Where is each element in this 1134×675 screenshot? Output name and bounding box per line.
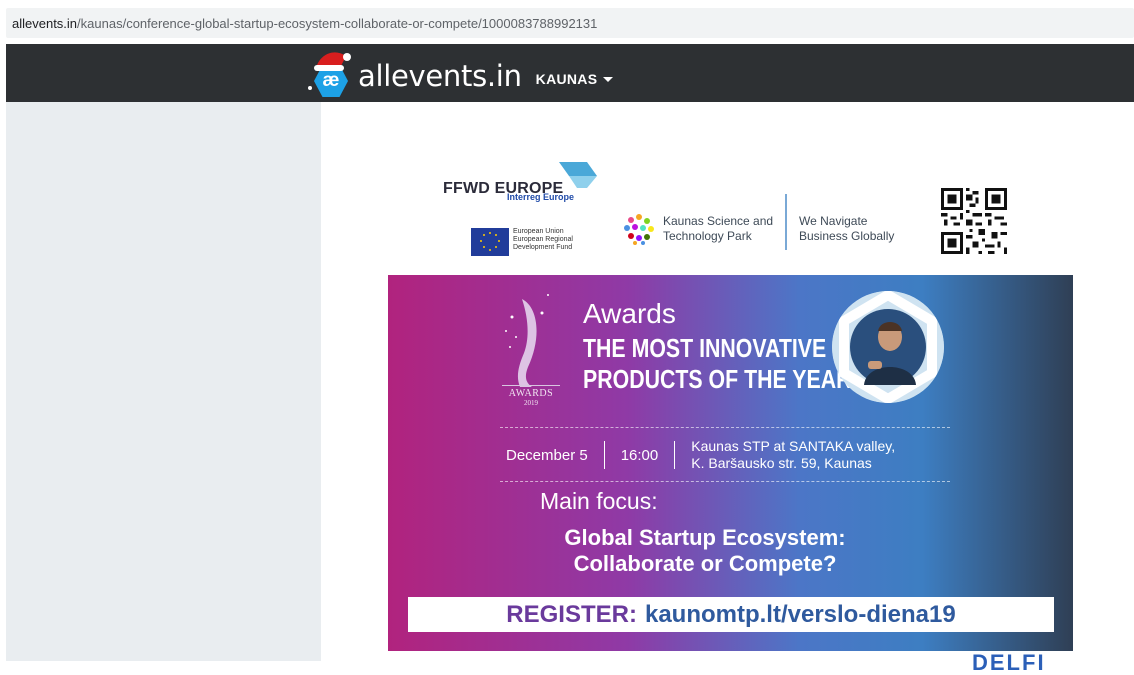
sponsor-divider	[785, 194, 787, 250]
navigate-line-1: We Navigate	[799, 214, 868, 228]
ffwd-arrow-icon	[559, 162, 597, 188]
awards-heading: Awards	[583, 298, 676, 329]
delfi-logo-partial: DELFI	[972, 650, 1046, 675]
city-selector[interactable]: KAUNAS	[536, 71, 614, 87]
awards-badge: AWARDS 2019	[502, 385, 560, 407]
register-label: REGISTER:	[506, 600, 637, 628]
top-navbar: æ allevents.in KAUNAS	[6, 44, 1134, 102]
url-path: /kaunas/conference-global-startup-ecosys…	[77, 15, 598, 31]
eu-line-1: European Union	[513, 228, 564, 235]
event-venue: Kaunas STP at SANTAKA valley, K. Baršaus…	[691, 438, 895, 472]
separator	[674, 441, 676, 469]
site-logo-link[interactable]: æ allevents.in KAUNAS	[306, 44, 614, 102]
separator	[603, 441, 605, 469]
dashed-divider-bottom	[500, 481, 950, 482]
left-sidebar	[6, 102, 321, 661]
santa-hat-icon	[314, 52, 351, 71]
address-bar[interactable]: allevents.in/kaunas/conference-global-st…	[6, 8, 1134, 38]
logo-wordmark: allevents.in	[358, 59, 522, 93]
logo-dot	[308, 86, 312, 90]
eu-line-3: Development Fund	[513, 244, 573, 251]
logo-icon: æ	[306, 50, 352, 97]
dashed-divider-top	[500, 427, 950, 428]
headline-line-1: THE MOST INNOVATIVE	[583, 333, 827, 363]
sponsor-strip: FFWD EUROPE Interreg Europe European Uni…	[441, 162, 1073, 270]
topic-line-1: Global Startup Ecosystem:	[564, 525, 846, 550]
venue-line-1: Kaunas STP at SANTAKA valley,	[691, 438, 896, 454]
eu-flag-icon	[471, 228, 509, 256]
event-date: December 5	[506, 446, 588, 464]
qr-code-icon	[941, 188, 1007, 254]
event-banner[interactable]: AWARDS 2019 Awards THE MOST INNOVATIVE P…	[388, 275, 1073, 651]
kaunas-stp-logo-icon	[624, 214, 654, 245]
navigate-line-2: Business Globally	[799, 229, 895, 243]
speaker-portrait-image	[832, 291, 944, 403]
awards-badge-word: AWARDS	[502, 385, 560, 399]
ksp-line-1: Kaunas Science and	[663, 214, 774, 228]
eu-line-2: European Regional	[513, 236, 573, 243]
venue-line-2: K. Baršausko str. 59, Kaunas	[691, 455, 872, 471]
navigate-slogan: We Navigate Business Globally	[799, 214, 894, 244]
city-label: KAUNAS	[535, 71, 598, 87]
eu-fund-text: European Union European Regional Develop…	[513, 228, 573, 252]
kaunas-stp-name: Kaunas Science and Technology Park	[663, 214, 773, 244]
register-url: kaunomtp.lt/verslo-diena19	[644, 600, 956, 628]
caret-down-icon	[603, 76, 614, 82]
topic-line-2: Collaborate or Compete?	[573, 551, 837, 576]
event-details-row: December 5 16:00 Kaunas STP at SANTAKA v…	[506, 435, 895, 475]
awards-badge-year: 2019	[524, 399, 538, 407]
headline-line-2: PRODUCTS OF THE YEAR	[583, 364, 852, 394]
register-link[interactable]: REGISTER: kaunomtp.lt/verslo-diena19	[408, 597, 1054, 632]
awards-subheading: THE MOST INNOVATIVE PRODUCTS OF THE YEAR	[583, 333, 851, 395]
event-time: 16:00	[620, 446, 659, 464]
ksp-line-2: Technology Park	[663, 229, 752, 243]
main-focus-label: Main focus:	[540, 488, 658, 514]
url-domain: allevents.in	[12, 15, 78, 31]
interreg-label: Interreg Europe	[507, 192, 575, 202]
event-topic: Global Startup Ecosystem: Collaborate or…	[488, 525, 922, 577]
